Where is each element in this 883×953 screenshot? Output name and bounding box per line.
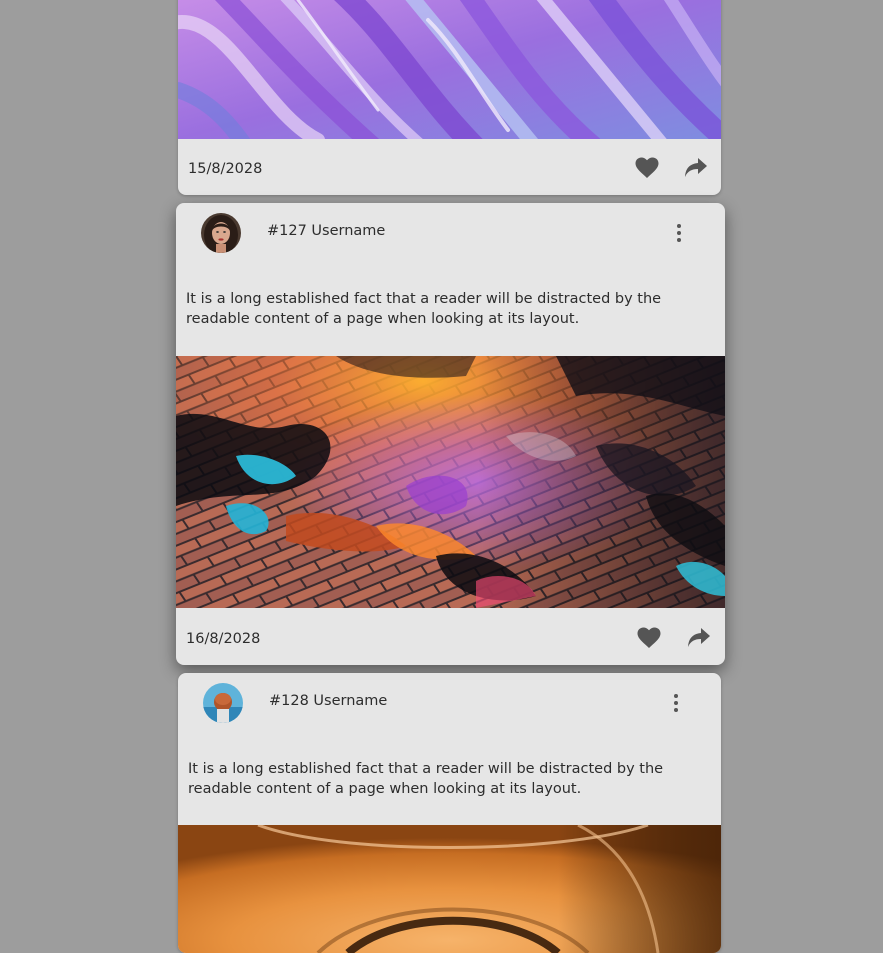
post-card-128: #128 Username It is a long established f… [178, 673, 721, 953]
post-card-127: #127 Username It is a long established f… [176, 203, 725, 665]
share-icon[interactable] [687, 627, 711, 649]
post-date: 16/8/2028 [186, 631, 261, 647]
post-footer: 16/8/2028 [176, 609, 725, 665]
post-image-purple-marble[interactable] [178, 0, 721, 139]
post-footer: 15/8/2028 [178, 139, 721, 195]
post-image-orange-glow[interactable] [178, 825, 721, 953]
share-icon[interactable] [684, 157, 708, 179]
post-header: #128 Username [178, 673, 721, 733]
post-header: #127 Username [176, 203, 725, 263]
avatar[interactable] [203, 683, 243, 723]
post-text: It is a long established fact that a rea… [186, 291, 662, 327]
heart-icon[interactable] [637, 627, 661, 649]
post-card-126: 15/8/2028 [178, 0, 721, 195]
avatar[interactable] [201, 213, 241, 253]
post-image-wet-pavement[interactable] [176, 356, 725, 608]
post-text: It is a long established fact that a rea… [188, 761, 664, 797]
more-vertical-icon[interactable] [672, 221, 686, 245]
more-vertical-icon[interactable] [669, 691, 683, 715]
username[interactable]: #128 Username [269, 693, 387, 709]
post-date: 15/8/2028 [188, 161, 263, 177]
heart-icon[interactable] [635, 157, 659, 179]
username[interactable]: #127 Username [267, 223, 385, 239]
